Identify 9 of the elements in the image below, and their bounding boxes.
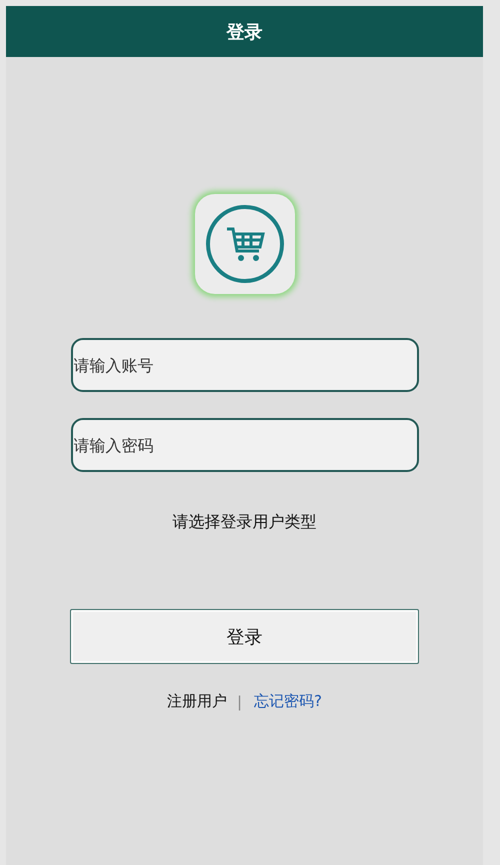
shopping-cart-icon [204,204,284,284]
login-button[interactable]: 登录 [70,609,419,664]
user-type-prompt: 请选择登录用户类型 [172,512,316,533]
header-title: 登录 [226,20,262,44]
register-link[interactable]: 注册用户 [166,692,227,711]
input-field[interactable]: 请输入账号 [70,338,418,392]
separator: | [236,692,242,710]
forgot-password-link[interactable]: 忘记密码? [254,692,322,711]
input-field[interactable]: 请输入密码 [70,418,418,472]
